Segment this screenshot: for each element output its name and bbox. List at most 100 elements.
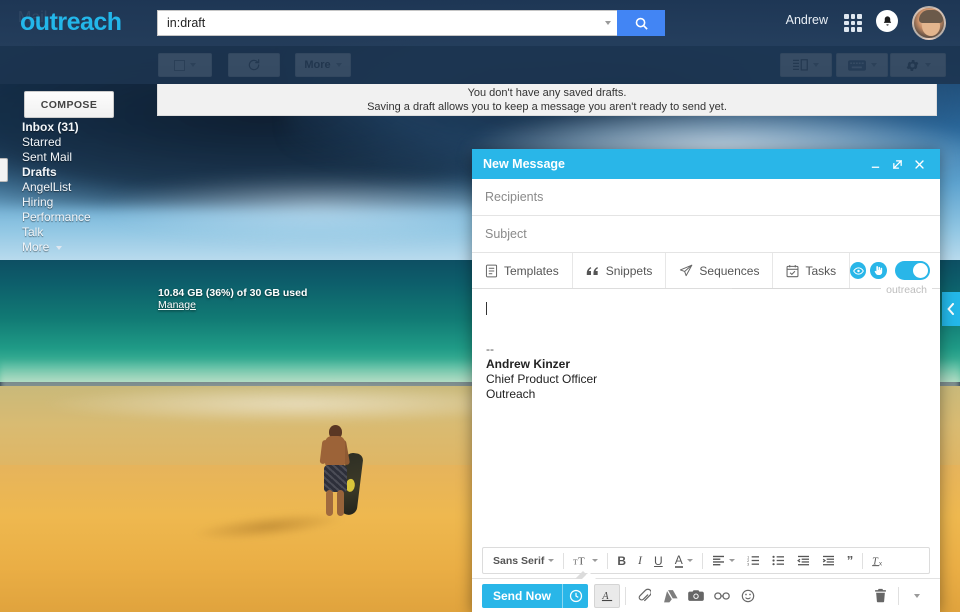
- outreach-toolbar: Templates Snippets Sequences Tasks outre…: [472, 253, 940, 296]
- wallpaper-surfer: [313, 425, 364, 525]
- sidebar-collapse-tab[interactable]: [0, 158, 8, 182]
- sidebar-item-starred[interactable]: Starred: [22, 135, 152, 149]
- notifications-button[interactable]: [876, 10, 898, 32]
- sidebar-item-talk[interactable]: Talk: [22, 225, 152, 239]
- sidebar-item-label: Hiring: [22, 195, 54, 209]
- numbered-list-icon: 1 2 3: [747, 555, 759, 566]
- bullet-list-icon: [772, 555, 784, 566]
- document-icon: [485, 264, 498, 277]
- snippets-button[interactable]: Snippets: [573, 253, 667, 288]
- font-family-chevron-down-icon: [548, 559, 555, 562]
- avatar[interactable]: [912, 6, 946, 40]
- mail-action-bar: [0, 46, 960, 84]
- font-size-select[interactable]: T T: [567, 548, 604, 573]
- minimize-button[interactable]: [864, 153, 886, 175]
- svg-text:3: 3: [747, 563, 749, 566]
- paperclip-icon: [638, 588, 651, 602]
- storage-usage: 10.84 GB (36%) of 30 GB used Manage: [158, 287, 307, 311]
- message-body[interactable]: -- Andrew Kinzer Chief Product Officer O…: [472, 289, 940, 547]
- search-button[interactable]: [617, 10, 665, 36]
- sidebar-item-more[interactable]: More: [22, 240, 152, 254]
- close-icon: [914, 159, 924, 169]
- sidebar-item-label: Inbox (31): [22, 120, 79, 134]
- track-opens-toggle[interactable]: [850, 262, 867, 279]
- outreach-panel-toggle[interactable]: [942, 292, 960, 326]
- avatar-hair: [919, 10, 943, 23]
- divider: [701, 552, 703, 569]
- close-button[interactable]: [908, 153, 930, 175]
- text-cursor: [486, 302, 487, 315]
- bell-icon: [883, 16, 891, 26]
- discard-draft-button[interactable]: [867, 584, 893, 608]
- font-size-icon: T T: [573, 555, 585, 567]
- text-color-button[interactable]: A: [669, 548, 699, 573]
- insert-photo-button[interactable]: [683, 584, 709, 608]
- bold-button[interactable]: B: [611, 548, 632, 573]
- outdent-icon: [796, 555, 809, 566]
- italic-button[interactable]: I: [632, 548, 648, 573]
- outdent-button[interactable]: [791, 548, 816, 573]
- sequences-button[interactable]: Sequences: [666, 253, 774, 288]
- blockquote-button[interactable]: ”: [841, 548, 860, 573]
- sidebar-item-performance[interactable]: Performance: [22, 210, 152, 224]
- sidebar-item-hiring[interactable]: Hiring: [22, 195, 152, 209]
- notice-line-1: You don't have any saved drafts.: [467, 86, 627, 99]
- insert-link-button[interactable]: [709, 584, 735, 608]
- outreach-enable-toggle[interactable]: [894, 261, 930, 280]
- app-logo[interactable]: outreach: [20, 8, 122, 37]
- empty-drafts-notice: You don't have any saved drafts. Saving …: [157, 84, 937, 116]
- sidebar-item-sent-mail[interactable]: Sent Mail: [22, 150, 152, 164]
- compose-title-bar[interactable]: New Message: [472, 149, 940, 179]
- more-options-button[interactable]: [904, 584, 930, 608]
- top-header-bar: outreach Andrew: [0, 0, 960, 46]
- clear-formatting-button[interactable]: T x: [866, 548, 892, 573]
- templates-button[interactable]: Templates: [472, 253, 573, 288]
- sidebar-item-label: Talk: [22, 225, 44, 239]
- hand-click-icon: [874, 265, 883, 276]
- cursor-line: [486, 301, 926, 316]
- text-color-label: A: [674, 552, 683, 568]
- signature-company: Outreach: [486, 387, 536, 401]
- sidebar-nav: Inbox (31) Starred Sent Mail Drafts Ange…: [22, 120, 152, 255]
- attach-file-button[interactable]: [631, 584, 657, 608]
- storage-manage-link[interactable]: Manage: [158, 299, 307, 311]
- surfer-shorts: [323, 465, 347, 493]
- underline-button[interactable]: U: [648, 548, 669, 573]
- sidebar-item-angellist[interactable]: AngelList: [22, 180, 152, 194]
- sidebar-item-drafts[interactable]: Drafts: [22, 165, 152, 179]
- toggle-format-button[interactable]: A: [594, 583, 621, 608]
- search-input[interactable]: [167, 16, 605, 30]
- snippets-label: Snippets: [605, 263, 653, 278]
- recipients-field[interactable]: Recipients: [472, 179, 940, 216]
- user-name-label[interactable]: Andrew: [786, 13, 828, 27]
- trash-icon: [874, 588, 886, 603]
- tasks-button[interactable]: Tasks: [773, 253, 851, 288]
- link-icon: [714, 591, 730, 600]
- svg-text:x: x: [879, 561, 882, 567]
- send-now-button[interactable]: Send Now: [482, 583, 563, 608]
- tasks-label: Tasks: [805, 263, 837, 278]
- track-clicks-toggle[interactable]: [870, 262, 887, 279]
- indent-button[interactable]: [816, 548, 841, 573]
- numbered-list-button[interactable]: 1 2 3: [741, 548, 766, 573]
- align-button[interactable]: [706, 548, 741, 573]
- format-text-icon: A: [601, 591, 612, 602]
- font-family-select[interactable]: Sans Serif: [487, 548, 560, 573]
- insert-emoji-button[interactable]: [735, 584, 761, 608]
- apps-grid-icon[interactable]: [844, 14, 862, 32]
- search-bar: [157, 10, 665, 36]
- compose-window: New Message Recipients Subject Templates…: [472, 149, 940, 612]
- bullet-list-button[interactable]: [766, 548, 791, 573]
- clock-icon: [569, 589, 582, 602]
- search-options-chevron-down-icon[interactable]: [605, 21, 611, 25]
- subject-field[interactable]: Subject: [472, 216, 940, 253]
- sidebar-item-inbox[interactable]: Inbox (31): [22, 120, 152, 134]
- insert-drive-button[interactable]: [657, 584, 683, 608]
- schedule-send-button[interactable]: [562, 583, 589, 608]
- subject-placeholder: Subject: [485, 227, 527, 241]
- compose-button[interactable]: COMPOSE: [24, 91, 114, 118]
- email-signature: -- Andrew Kinzer Chief Product Officer O…: [486, 342, 926, 402]
- search-input-wrapper[interactable]: [157, 10, 617, 36]
- signature-name: Andrew Kinzer: [486, 357, 571, 371]
- expand-button[interactable]: [886, 153, 908, 175]
